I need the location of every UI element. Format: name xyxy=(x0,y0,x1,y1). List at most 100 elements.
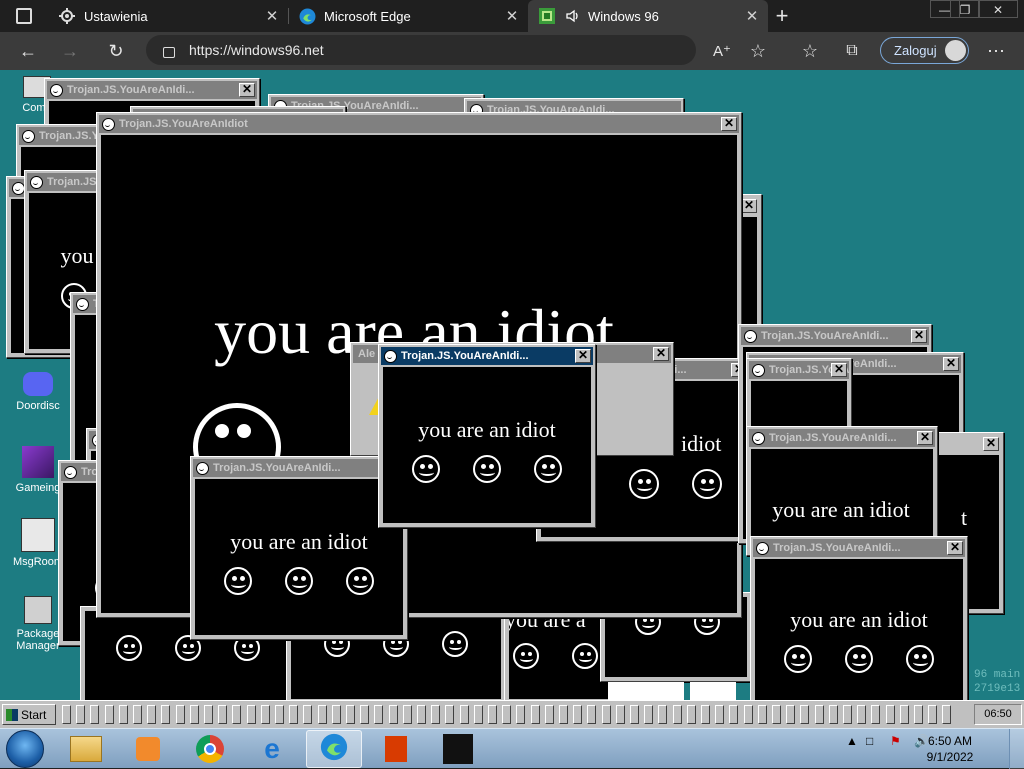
taskbar-window-button[interactable] xyxy=(303,705,313,724)
start-button[interactable]: Start xyxy=(2,704,56,725)
tab-settings[interactable]: Ustawienia ✕ xyxy=(48,0,288,32)
taskbar-window-button[interactable] xyxy=(644,705,654,724)
taskbar-window-button[interactable] xyxy=(161,705,171,724)
window-title-bar[interactable]: Trojan.JS.YouAreAnIdi... xyxy=(741,327,929,345)
taskbar-window-button[interactable] xyxy=(232,705,242,724)
taskbar-window-button[interactable] xyxy=(175,705,185,724)
show-desktop-button[interactable] xyxy=(1009,729,1024,769)
taskbar-window-button[interactable] xyxy=(928,705,938,724)
taskbar-window-button[interactable] xyxy=(62,705,71,724)
signin-button[interactable]: Zaloguj xyxy=(880,37,969,64)
taskbar-window-button[interactable] xyxy=(317,705,327,724)
taskbar-window-button[interactable] xyxy=(800,705,810,724)
taskbar-window-button[interactable] xyxy=(473,705,483,724)
taskbar-window-button[interactable] xyxy=(587,705,597,724)
add-favorite-button[interactable]: ☆ xyxy=(742,32,774,70)
close-button[interactable]: ✕ xyxy=(653,347,669,361)
taskbar-app[interactable] xyxy=(430,730,486,768)
tab-actions-button[interactable] xyxy=(8,0,40,32)
taskbar-window-button[interactable] xyxy=(331,705,341,724)
desktop-icon-discord[interactable]: Doordisc xyxy=(1,372,75,412)
taskbar-window-button[interactable] xyxy=(686,705,696,724)
window-title-bar[interactable]: Trojan.JS.YouAreAnIdi... xyxy=(381,347,593,365)
window-title-bar[interactable]: Trojan.JS.YouAreAnIdiot xyxy=(99,115,739,133)
taskbar-window-button[interactable] xyxy=(289,705,299,724)
taskbar-window-button[interactable] xyxy=(615,705,625,724)
taskbar-window-button[interactable] xyxy=(772,705,781,724)
taskbar-window-button[interactable] xyxy=(871,705,881,724)
popup-window[interactable]: Trojan.JS.YouAreAnIdi... you are an idio… xyxy=(190,456,408,640)
taskbar-window-button[interactable] xyxy=(843,705,852,724)
taskbar-window-button[interactable] xyxy=(417,705,426,724)
taskbar-window-button[interactable] xyxy=(601,705,611,724)
taskbar-window-button[interactable] xyxy=(857,705,867,724)
taskbar-window-button[interactable] xyxy=(715,705,725,724)
taskbar-window-button[interactable] xyxy=(346,705,355,724)
taskbar-window-button[interactable] xyxy=(76,705,86,724)
taskbar-window-button[interactable] xyxy=(559,705,568,724)
close-button[interactable]: ✕ xyxy=(741,199,757,213)
close-tab-icon[interactable]: ✕ xyxy=(504,7,520,25)
taskbar-window-button[interactable] xyxy=(189,705,199,724)
close-button[interactable]: ✕ xyxy=(943,357,959,371)
taskbar-media-player[interactable] xyxy=(120,730,176,768)
speaker-icon[interactable] xyxy=(564,7,582,25)
forward-button[interactable]: → xyxy=(54,32,86,70)
taskbar-window-button[interactable] xyxy=(388,705,398,724)
address-bar[interactable]: https://windows96.net xyxy=(146,35,696,65)
show-hidden-icons-button[interactable]: ▲ xyxy=(846,734,858,748)
taskbar-window-button[interactable] xyxy=(658,705,668,724)
taskbar-window-button[interactable] xyxy=(757,705,767,724)
refresh-button[interactable]: ↻ xyxy=(100,32,132,70)
popup-window[interactable]: Trojan.JS.YouAreAnIdi... ✕ you are an id… xyxy=(750,536,968,700)
taskbar-window-button[interactable] xyxy=(672,705,682,724)
taskbar-window-button[interactable] xyxy=(431,705,441,724)
taskbar-window-button[interactable] xyxy=(275,705,284,724)
close-button[interactable]: ✕ xyxy=(575,349,591,363)
close-button[interactable]: ✕ xyxy=(983,437,999,451)
window-title-bar[interactable]: Trojan.JS.YouAreAnIdi... xyxy=(753,539,965,557)
taskbar-window-button[interactable] xyxy=(786,705,796,724)
taskbar-window-button[interactable] xyxy=(488,705,497,724)
close-button[interactable]: ✕ xyxy=(911,329,927,343)
taskbar-window-button[interactable] xyxy=(814,705,824,724)
system-clock[interactable]: 6:50 AM 9/1/2022 xyxy=(916,733,984,765)
taskbar-window-button[interactable] xyxy=(374,705,384,724)
taskbar-window-button[interactable] xyxy=(701,705,710,724)
window-title-bar[interactable]: Trojan.JS.YouAreAnIdi... xyxy=(749,429,935,447)
window-title-bar[interactable]: Trojan.JS.YouAreAnIdi... xyxy=(47,81,257,99)
close-button[interactable]: ✕ xyxy=(947,541,963,555)
windows-start-orb-icon[interactable] xyxy=(6,730,44,768)
taskbar-window-button[interactable] xyxy=(260,705,270,724)
taskbar-window-button[interactable] xyxy=(573,705,583,724)
close-button[interactable]: ✕ xyxy=(721,117,737,131)
collections-button[interactable]: ⧉ xyxy=(836,32,868,70)
taskbar-window-button[interactable] xyxy=(885,705,895,724)
taskbar-window-button[interactable] xyxy=(516,705,526,724)
taskbar-window-button[interactable] xyxy=(914,705,923,724)
tab-microsoft-edge[interactable]: Microsoft Edge ✕ xyxy=(288,0,528,32)
taskbar-window-button[interactable] xyxy=(402,705,412,724)
taskbar-window-button[interactable] xyxy=(899,705,909,724)
close-button[interactable]: ✕ xyxy=(917,431,933,445)
taskbar-window-button[interactable] xyxy=(218,705,228,724)
taskbar-window-button[interactable] xyxy=(729,705,739,724)
back-button[interactable]: ← xyxy=(12,32,44,70)
taskbar-window-button[interactable] xyxy=(630,705,639,724)
taskbar-window-button[interactable] xyxy=(204,705,213,724)
taskbar-window-button[interactable] xyxy=(828,705,838,724)
maximize-button[interactable]: ❐ xyxy=(950,0,980,18)
close-button[interactable]: ✕ xyxy=(831,363,847,377)
taskbar-window-button[interactable] xyxy=(246,705,256,724)
taskbar-internet-explorer[interactable]: e xyxy=(244,730,300,768)
taskbar-window-button[interactable] xyxy=(459,705,469,724)
network-icon[interactable]: □ xyxy=(866,734,873,748)
more-options-button[interactable]: ⋯ xyxy=(980,32,1012,70)
taskbar-window-button[interactable] xyxy=(90,705,100,724)
action-center-icon[interactable]: ⚑ xyxy=(890,734,901,748)
taskbar-window-button[interactable] xyxy=(360,705,370,724)
popup-window-active[interactable]: Trojan.JS.YouAreAnIdi... ✕ you are an id… xyxy=(378,344,596,528)
taskbar-window-button[interactable] xyxy=(118,705,128,724)
close-button[interactable]: ✕ xyxy=(239,83,255,97)
taskbar-chrome[interactable] xyxy=(182,730,238,768)
